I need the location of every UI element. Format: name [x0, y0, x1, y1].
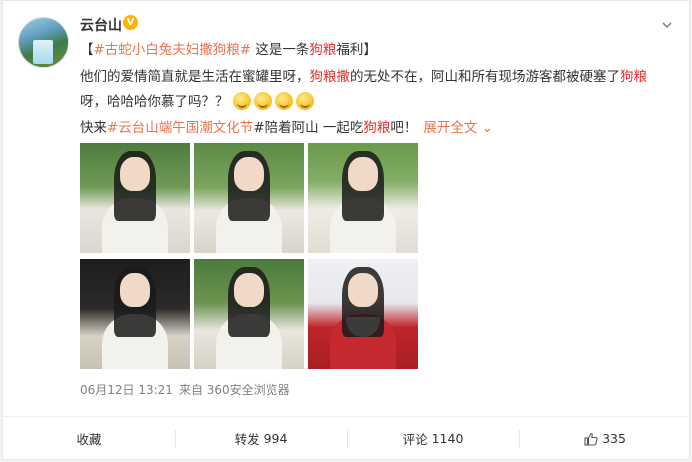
post-date[interactable]: 06月12日 13:21 [80, 383, 173, 397]
repost-count: 994 [263, 431, 288, 446]
expand-label: 展开全文 [423, 120, 478, 136]
post-text-line-4: 快来#云台山端午国潮文化节#陪着阿山 一起吃狗粮吧！ 展开全文 ⌄ [80, 116, 670, 140]
collect-label: 收藏 [76, 432, 102, 447]
repost-button[interactable]: 转发 994 [175, 417, 347, 460]
hashtag-link[interactable]: #古蛇小白兔夫妇撒狗粮# [94, 42, 252, 58]
collect-button[interactable]: 收藏 [3, 417, 175, 460]
keyword-highlight: 狗粮撒 [309, 69, 351, 85]
photo-thumbnail[interactable] [80, 143, 190, 253]
chevron-down-icon: ⌄ [481, 120, 494, 136]
photo-thumbnail[interactable] [308, 259, 418, 369]
post-text: 吧！ [390, 120, 418, 136]
keyword-highlight: 狗粮 [620, 69, 647, 85]
photo-content [120, 157, 150, 191]
post-text: 的无处不在，阿山和所有现场游客都被硬塞了 [350, 69, 620, 85]
author-name[interactable]: 云台山 [80, 15, 122, 35]
photo-content [120, 273, 150, 307]
action-bar: 收藏 转发 994 评论 1140 335 [3, 416, 691, 460]
bracket-open: 【 [80, 42, 94, 58]
haha-emoji-icon [274, 92, 293, 110]
chevron-down-icon[interactable] [661, 19, 673, 31]
photo-content [348, 157, 378, 191]
hashtag-link[interactable]: #云台山端午国潮文化节 [107, 120, 253, 136]
bracket-close: 】 [363, 42, 377, 58]
haha-emoji-icon [232, 92, 251, 110]
like-button[interactable]: 335 [519, 417, 691, 460]
thumbs-up-icon [584, 432, 598, 446]
like-count: 335 [602, 431, 626, 446]
haha-emoji-icon [295, 92, 314, 110]
photo-thumbnail[interactable] [194, 259, 304, 369]
photo-content [234, 157, 264, 191]
comment-count: 1140 [431, 431, 464, 446]
photo-thumbnail[interactable] [80, 259, 190, 369]
photo-content [234, 273, 264, 307]
post-text: 福利 [336, 42, 364, 58]
post-text: #陪着阿山 一起吃 [253, 120, 364, 136]
avatar[interactable] [18, 17, 69, 68]
comment-label: 评论 [402, 432, 428, 447]
haha-emoji-icon [253, 92, 272, 110]
weibo-post-card: 云台山 V 【#古蛇小白兔夫妇撒狗粮# 这是一条狗粮福利】 他们的爱情简直就是生… [2, 0, 691, 460]
verified-icon: V [123, 15, 138, 30]
post-text-line-3: 呀，哈哈哈你慕了吗？？ [80, 90, 670, 114]
photo-thumbnail[interactable] [194, 143, 304, 253]
post-meta: 06月12日 13:21 来自 360安全浏览器 [80, 381, 290, 398]
comment-button[interactable]: 评论 1140 [347, 417, 519, 460]
post-text: 他们的爱情简直就是生活在蜜罐里呀， [80, 69, 310, 85]
photo-grid [80, 143, 420, 369]
keyword-highlight: 狗粮 [309, 42, 337, 58]
photo-content [348, 273, 378, 307]
post-text-line-2: 他们的爱情简直就是生活在蜜罐里呀，狗粮撒的无处不在，阿山和所有现场游客都被硬塞了… [80, 65, 670, 89]
post-source: 来自 360安全浏览器 [178, 383, 290, 397]
repost-label: 转发 [234, 432, 260, 447]
post-text-line-1: 【#古蛇小白兔夫妇撒狗粮# 这是一条狗粮福利】 [80, 38, 670, 62]
post-text: 这是一条 [251, 42, 310, 58]
keyword-highlight: 狗粮 [363, 120, 391, 136]
photo-thumbnail[interactable] [308, 143, 418, 253]
post-text: 快来 [80, 120, 107, 136]
expand-full-text-link[interactable]: 展开全文 ⌄ [423, 120, 493, 136]
post-text: 呀，哈哈哈你慕了吗？？ [80, 94, 229, 110]
